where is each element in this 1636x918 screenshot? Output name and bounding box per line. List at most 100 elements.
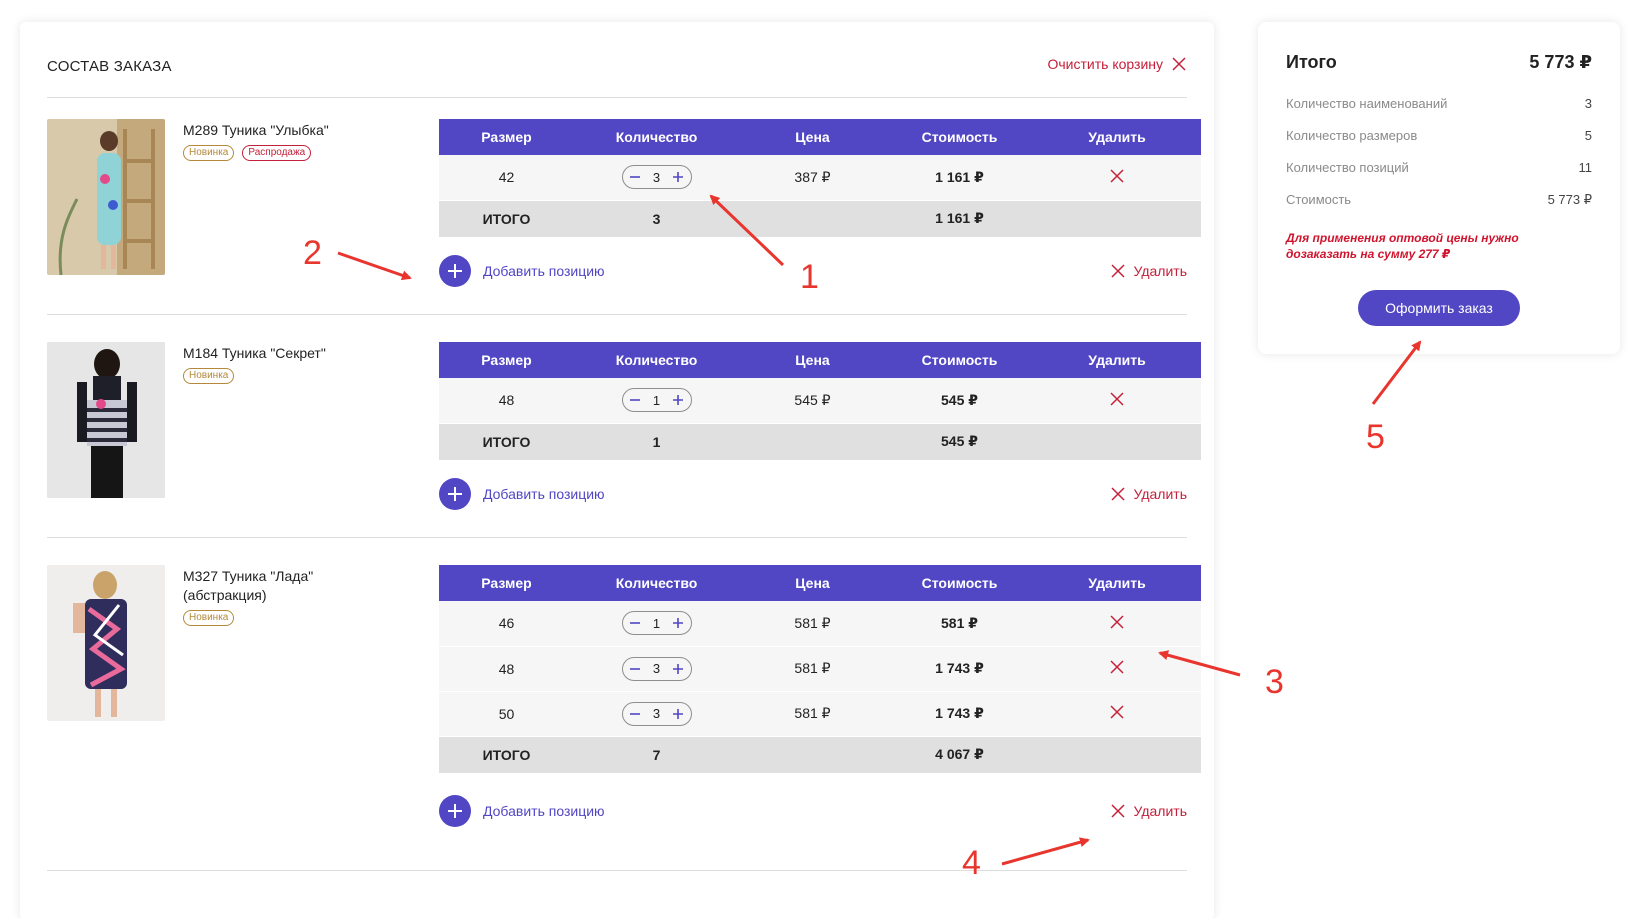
table-header-row: Размер Количество Цена Стоимость Удалить xyxy=(439,342,1201,378)
delete-product-label: Удалить xyxy=(1133,803,1187,819)
row-size: 42 xyxy=(439,155,574,201)
quantity-value[interactable]: 3 xyxy=(653,170,660,185)
header-cost: Стоимость xyxy=(886,565,1033,601)
add-position-button[interactable]: Добавить позицию xyxy=(439,255,605,287)
quantity-stepper: 3 xyxy=(621,165,692,190)
badges: Новинка Распродажа xyxy=(183,145,312,161)
clear-cart-button[interactable]: Очистить корзину xyxy=(1048,56,1188,72)
order-card: СОСТАВ ЗАКАЗА Очистить корзину М289 Туни… xyxy=(20,22,1214,918)
total-empty xyxy=(1033,200,1201,237)
size-table: Размер Количество Цена Стоимость Удалить… xyxy=(439,342,1201,460)
close-icon[interactable] xyxy=(1109,659,1125,675)
close-icon[interactable] xyxy=(1109,704,1125,720)
annotation-label-5: 5 xyxy=(1366,418,1385,456)
delete-product-button[interactable]: Удалить xyxy=(1110,486,1187,502)
quantity-stepper: 1 xyxy=(621,611,692,636)
summary-row-value: 11 xyxy=(1578,160,1593,175)
summary-row-value: 3 xyxy=(1584,96,1592,111)
row-price: 545 ₽ xyxy=(739,378,886,424)
badges: Новинка xyxy=(183,368,235,384)
product-photo[interactable] xyxy=(47,565,165,721)
row-price: 581 ₽ xyxy=(739,601,886,647)
product-name[interactable]: М327 Туника "Лада" (абстракция) xyxy=(183,567,393,605)
minus-icon[interactable] xyxy=(627,169,643,185)
close-icon[interactable] xyxy=(1109,168,1125,184)
summary-title: Итого xyxy=(1286,52,1337,72)
total-cost: 545 ₽ xyxy=(886,423,1033,460)
summary-row: Количество позиций 11 xyxy=(1286,160,1592,175)
plus-icon[interactable] xyxy=(670,706,686,722)
row-cost: 1 161 ₽ xyxy=(886,155,1033,201)
quantity-stepper: 3 xyxy=(621,656,692,681)
badge-sale: Распродажа xyxy=(242,145,312,161)
header-delete: Удалить xyxy=(1033,342,1201,378)
summary-row-label: Количество наименований xyxy=(1286,96,1448,111)
table-row: 50 3 581 ₽ 1 743 ₽ xyxy=(439,691,1201,737)
total-cost: 1 161 ₽ xyxy=(886,200,1033,237)
total-label: ИТОГО xyxy=(439,736,574,773)
quantity-value[interactable]: 1 xyxy=(653,616,660,631)
close-icon[interactable] xyxy=(1109,391,1125,407)
plus-icon[interactable] xyxy=(670,392,686,408)
row-qty: 3 xyxy=(574,691,739,737)
plus-icon[interactable] xyxy=(670,615,686,631)
row-delete xyxy=(1033,155,1201,201)
row-price: 387 ₽ xyxy=(739,155,886,201)
close-icon xyxy=(1171,56,1187,72)
row-qty: 1 xyxy=(574,378,739,424)
plus-icon[interactable] xyxy=(670,169,686,185)
minus-icon[interactable] xyxy=(627,661,643,677)
summary-total: 5 773 ₽ xyxy=(1529,52,1592,72)
badge-new: Новинка xyxy=(183,368,235,384)
add-position-label: Добавить позицию xyxy=(483,486,605,502)
plus-icon[interactable] xyxy=(670,661,686,677)
row-price: 581 ₽ xyxy=(739,691,886,737)
order-header: СОСТАВ ЗАКАЗА Очистить корзину xyxy=(47,56,1188,98)
table-row: 48 1 545 ₽ 545 ₽ xyxy=(439,378,1201,424)
delete-product-button[interactable]: Удалить xyxy=(1110,263,1187,279)
quantity-value[interactable]: 3 xyxy=(653,661,660,676)
close-icon xyxy=(1110,803,1126,819)
close-icon xyxy=(1110,263,1126,279)
close-icon[interactable] xyxy=(1109,614,1125,630)
row-delete xyxy=(1033,646,1201,692)
total-empty xyxy=(739,200,886,237)
product-name[interactable]: М184 Туника "Секрет" xyxy=(183,344,393,363)
summary-row-label: Количество позиций xyxy=(1286,160,1409,175)
row-price: 581 ₽ xyxy=(739,646,886,692)
minus-icon[interactable] xyxy=(627,615,643,631)
table-row: 46 1 581 ₽ 581 ₽ xyxy=(439,601,1201,647)
minus-icon[interactable] xyxy=(627,706,643,722)
header-size: Размер xyxy=(439,565,574,601)
summary-row: Количество размеров 5 xyxy=(1286,128,1592,143)
row-qty: 3 xyxy=(574,646,739,692)
total-qty: 1 xyxy=(574,423,739,460)
row-cost: 1 743 ₽ xyxy=(886,646,1033,692)
summary-row: Стоимость 5 773 ₽ xyxy=(1286,192,1592,208)
total-row: ИТОГО 7 4 067 ₽ xyxy=(439,736,1201,773)
header-delete: Удалить xyxy=(1033,119,1201,155)
quantity-value[interactable]: 3 xyxy=(653,706,660,721)
delete-product-button[interactable]: Удалить xyxy=(1110,803,1187,819)
minus-icon[interactable] xyxy=(627,392,643,408)
wholesale-note: Для применения оптовой цены нужно дозака… xyxy=(1286,231,1519,261)
product-photo[interactable] xyxy=(47,342,165,498)
total-empty xyxy=(1033,423,1201,460)
total-qty: 7 xyxy=(574,736,739,773)
product-photo[interactable] xyxy=(47,119,165,275)
clear-cart-label: Очистить корзину xyxy=(1047,56,1164,72)
header-delete: Удалить xyxy=(1033,565,1201,601)
total-empty xyxy=(1033,736,1201,773)
summary-row-label: Стоимость xyxy=(1286,192,1352,207)
row-cost: 545 ₽ xyxy=(886,378,1033,424)
total-cost: 4 067 ₽ xyxy=(886,736,1033,773)
header-cost: Стоимость xyxy=(886,119,1033,155)
product-card: М289 Туника "Улыбка" Новинка Распродажа … xyxy=(47,119,1201,315)
add-position-button[interactable]: Добавить позицию xyxy=(439,795,605,827)
quantity-value[interactable]: 1 xyxy=(653,393,660,408)
table-header-row: Размер Количество Цена Стоимость Удалить xyxy=(439,565,1201,601)
checkout-button[interactable]: Оформить заказ xyxy=(1358,290,1520,326)
add-position-button[interactable]: Добавить позицию xyxy=(439,478,605,510)
quantity-stepper: 3 xyxy=(621,701,692,726)
product-name[interactable]: М289 Туника "Улыбка" xyxy=(183,121,393,140)
